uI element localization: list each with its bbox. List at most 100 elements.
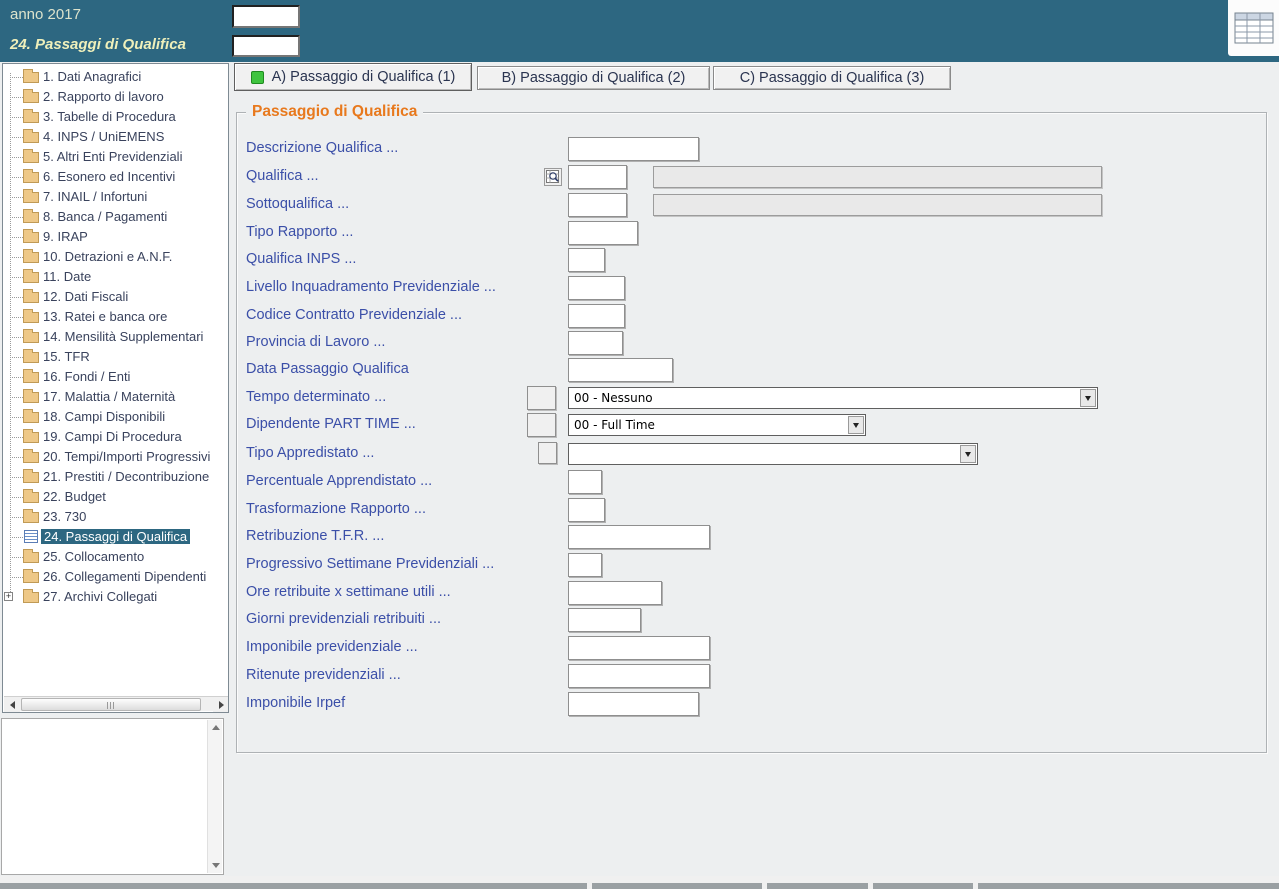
sidebar-item-11[interactable]: 11. Date <box>43 269 91 284</box>
sidebar-item-9[interactable]: 9. IRAP <box>43 229 88 244</box>
field-tempo_determinato-prefix-box[interactable] <box>527 386 556 410</box>
notes-vertical-scrollbar[interactable] <box>207 720 222 873</box>
field-tipo_appredistato-dropdown[interactable] <box>568 443 978 465</box>
chevron-down-icon[interactable] <box>960 445 976 463</box>
sidebar-item-27[interactable]: 27. Archivi Collegati <box>43 589 157 604</box>
header-input-2[interactable] <box>232 35 300 57</box>
sidebar-item-12[interactable]: 12. Dati Fiscali <box>43 289 128 304</box>
field-qualifica-input[interactable] <box>568 165 627 189</box>
sidebar-item-18[interactable]: 18. Campi Disponibili <box>43 409 165 424</box>
form-group-title: Passaggio di Qualifica <box>246 103 423 121</box>
folder-icon <box>23 552 39 563</box>
folder-icon <box>23 352 39 363</box>
field-retribuzione_tfr-input[interactable] <box>568 525 710 549</box>
sidebar-item-20[interactable]: 20. Tempi/Importi Progressivi <box>43 449 210 464</box>
folder-icon <box>23 372 39 383</box>
tree-branch-line <box>10 377 23 378</box>
folder-icon <box>23 572 39 583</box>
tree-expander-plus-icon[interactable]: + <box>4 592 13 601</box>
field-trasformazione_rapporto-input[interactable] <box>568 498 605 522</box>
field-giorni_previdenziali-input[interactable] <box>568 608 641 632</box>
field-sottoqualifica-label: Sottoqualifica ... <box>246 196 349 212</box>
tree-branch-line <box>10 577 23 578</box>
field-descrizione_qualifica-input[interactable] <box>568 137 699 161</box>
field-ritenute_previdenziali-input[interactable] <box>568 664 710 688</box>
field-progressivo_settimane-input[interactable] <box>568 553 602 577</box>
tab-passaggio-qualifica-2[interactable]: B) Passaggio di Qualifica (2) <box>477 66 710 90</box>
field-livello_inquadramento-input[interactable] <box>568 276 625 300</box>
field-tipo_rapporto-input[interactable] <box>568 221 638 245</box>
sidebar-item-5[interactable]: 5. Altri Enti Previdenziali <box>43 149 182 164</box>
field-giorni_previdenziali-label: Giorni previdenziali retribuiti ... <box>246 611 441 627</box>
field-tipo_rapporto-label: Tipo Rapporto ... <box>246 224 353 240</box>
sidebar-item-24[interactable]: 24. Passaggi di Qualifica <box>41 529 190 544</box>
field-imponibile_previdenziale-input[interactable] <box>568 636 710 660</box>
field-progressivo_settimane-label: Progressivo Settimane Previdenziali ... <box>246 556 494 572</box>
tree-branch-line <box>10 297 23 298</box>
folder-icon <box>23 312 39 323</box>
tab-label: C) Passaggio di Qualifica (3) <box>740 70 925 86</box>
spreadsheet-grid-icon[interactable] <box>1228 0 1279 56</box>
sidebar-item-14[interactable]: 14. Mensilità Supplementari <box>43 329 203 344</box>
sidebar-item-3[interactable]: 3. Tabelle di Procedura <box>43 109 176 124</box>
field-ore_retribuite-input[interactable] <box>568 581 662 605</box>
sidebar-item-13[interactable]: 13. Ratei e banca ore <box>43 309 167 324</box>
folder-icon <box>23 332 39 343</box>
scroll-right-icon[interactable] <box>213 697 229 712</box>
sidebar-item-4[interactable]: 4. INPS / UniEMENS <box>43 129 164 144</box>
tab-passaggio-qualifica-3[interactable]: C) Passaggio di Qualifica (3) <box>713 66 951 90</box>
field-percentuale_apprendistato-input[interactable] <box>568 470 602 494</box>
sidebar-item-6[interactable]: 6. Esonero ed Incentivi <box>43 169 175 184</box>
tree-horizontal-scrollbar[interactable] <box>4 696 229 711</box>
field-imponibile_irpef-input[interactable] <box>568 692 699 716</box>
header-year-label: anno 2017 <box>10 6 81 23</box>
notes-panel[interactable] <box>1 718 224 875</box>
header-input-1[interactable] <box>232 5 300 28</box>
sidebar-item-8[interactable]: 8. Banca / Pagamenti <box>43 209 167 224</box>
sidebar-item-2[interactable]: 2. Rapporto di lavoro <box>43 89 164 104</box>
sidebar-item-1[interactable]: 1. Dati Anagrafici <box>43 69 141 84</box>
scroll-down-icon[interactable] <box>208 858 223 873</box>
header-bar: anno 2017 24. Passaggi di Qualifica <box>0 0 1279 62</box>
sidebar-item-25[interactable]: 25. Collocamento <box>43 549 144 564</box>
folder-icon <box>23 112 39 123</box>
field-livello_inquadramento-label: Livello Inquadramento Previdenziale ... <box>246 279 496 295</box>
folder-icon <box>23 272 39 283</box>
sidebar-item-10[interactable]: 10. Detrazioni e A.N.F. <box>43 249 172 264</box>
field-dipendente_part_time-dropdown[interactable]: 00 - Full Time <box>568 414 866 436</box>
scrollbar-thumb[interactable] <box>21 698 201 711</box>
field-dipendente_part_time-prefix-box[interactable] <box>527 413 556 437</box>
sidebar-item-17[interactable]: 17. Malattia / Maternità <box>43 389 175 404</box>
sidebar-item-7[interactable]: 7. INAIL / Infortuni <box>43 189 147 204</box>
magnifier-grid-icon[interactable] <box>544 168 562 186</box>
chevron-down-icon[interactable] <box>848 416 864 434</box>
field-tipo_appredistato-prefix-box[interactable] <box>538 442 557 464</box>
sidebar-item-26[interactable]: 26. Collegamenti Dipendenti <box>43 569 206 584</box>
tab-passaggio-qualifica-1[interactable]: A) Passaggio di Qualifica (1) <box>234 63 472 91</box>
scroll-left-icon[interactable] <box>4 697 20 712</box>
folder-icon <box>23 92 39 103</box>
field-qualifica-description-field <box>653 166 1102 188</box>
field-qualifica_inps-label: Qualifica INPS ... <box>246 251 356 267</box>
sidebar-item-15[interactable]: 15. TFR <box>43 349 90 364</box>
scroll-up-icon[interactable] <box>208 720 223 735</box>
field-qualifica-label: Qualifica ... <box>246 168 319 184</box>
tree-branch-line <box>10 517 23 518</box>
sidebar-item-16[interactable]: 16. Fondi / Enti <box>43 369 130 384</box>
sidebar-item-19[interactable]: 19. Campi Di Procedura <box>43 429 182 444</box>
field-qualifica_inps-input[interactable] <box>568 248 605 272</box>
sidebar-item-23[interactable]: 23. 730 <box>43 509 86 524</box>
tree-branch-line <box>10 537 23 538</box>
field-tempo_determinato-dropdown[interactable]: 00 - Nessuno <box>568 387 1098 409</box>
field-sottoqualifica-input[interactable] <box>568 193 627 217</box>
field-data_passaggio_qualifica-input[interactable] <box>568 358 673 382</box>
sidebar-item-22[interactable]: 22. Budget <box>43 489 106 504</box>
chevron-down-icon[interactable] <box>1080 389 1096 407</box>
sidebar-item-21[interactable]: 21. Prestiti / Decontribuzione <box>43 469 209 484</box>
status-segment <box>873 883 973 889</box>
field-codice_contratto-input[interactable] <box>568 304 625 328</box>
field-provincia_lavoro-input[interactable] <box>568 331 623 355</box>
field-data_passaggio_qualifica-label: Data Passaggio Qualifica <box>246 361 409 377</box>
folder-icon <box>23 252 39 263</box>
status-segment <box>0 883 587 889</box>
